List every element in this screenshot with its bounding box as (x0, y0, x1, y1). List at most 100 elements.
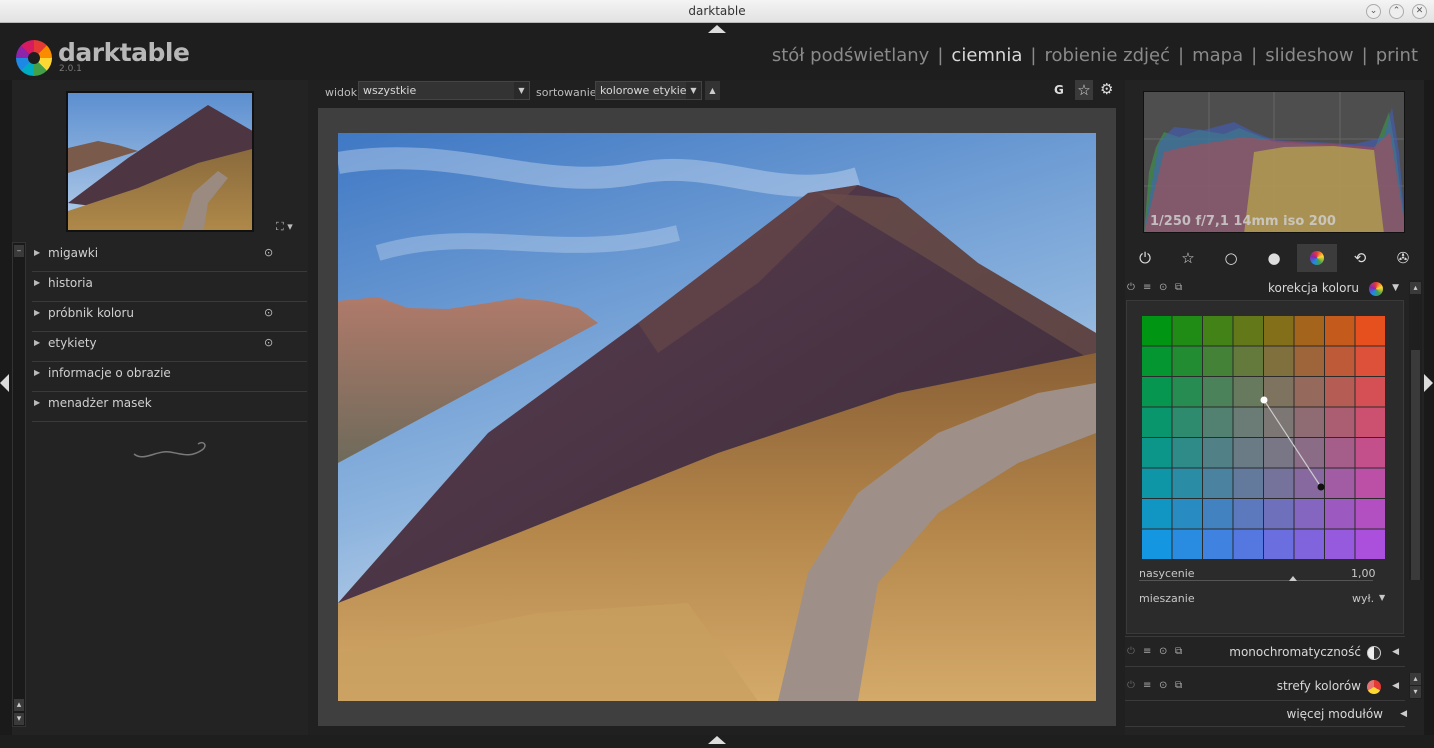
right-scrollbar[interactable]: ▴ (1409, 280, 1422, 580)
more-modules[interactable]: więcej modułów ◀ (1125, 702, 1409, 726)
bottom-panel-toggle-icon[interactable] (708, 736, 726, 744)
color-correction-grid[interactable] (1142, 316, 1386, 560)
navigation-thumbnail[interactable] (66, 91, 254, 232)
reset-icon[interactable]: ⊙ (1159, 674, 1167, 698)
power-icon[interactable]: ⏻ (1127, 674, 1135, 698)
grid-cell (1142, 438, 1172, 468)
module-name: monochromatyczność (1229, 645, 1361, 659)
power-icon[interactable]: ⏻ (1127, 276, 1135, 300)
grid-cell (1172, 468, 1202, 498)
reset-icon[interactable]: ⊙ (264, 302, 273, 324)
grid-cell (1264, 529, 1294, 559)
star-outline-icon[interactable]: ☆ (1168, 244, 1208, 272)
module-header-monochrome[interactable]: ⏻ ≡ ⊙ ⧉ monochromatyczność ◀ (1125, 640, 1409, 664)
grid-cell (1172, 407, 1202, 437)
grid-cell (1203, 438, 1233, 468)
view-lighttable[interactable]: stół podświetlany (772, 45, 929, 66)
view-tethering[interactable]: robienie zdjęć (1044, 45, 1170, 66)
highlights-handle[interactable] (1260, 396, 1268, 404)
view-filter-select[interactable]: wszystkie ▼ (358, 81, 530, 100)
power-icon[interactable]: ⏻ (1127, 640, 1135, 664)
module-label: migawki (48, 246, 99, 260)
view-map[interactable]: mapa (1192, 45, 1243, 66)
shadows-handle[interactable] (1317, 483, 1325, 491)
blend-value[interactable]: wył. (1352, 592, 1374, 605)
scroll-up-button[interactable]: ▴ (1410, 673, 1421, 685)
view-print[interactable]: print (1376, 45, 1418, 66)
divider (1125, 726, 1405, 727)
app-name: darktable (58, 38, 190, 67)
duplicate-icon[interactable]: ⧉ (1175, 276, 1182, 300)
module-snapshots[interactable]: ▶ migawki ⊙ (32, 242, 307, 272)
scrollbar-thumb[interactable] (1411, 350, 1420, 580)
scroll-down-button[interactable]: ▾ (14, 713, 24, 725)
grid-cell (1233, 316, 1263, 346)
chevron-down-icon[interactable]: ▼ (1379, 593, 1385, 602)
expand-icon[interactable]: ◀ (1392, 640, 1399, 664)
histogram[interactable]: 1/250 f/7,1 14mm iso 200 (1143, 91, 1405, 233)
module-header-color-correction[interactable]: ⏻ ≡ ⊙ ⧉ korekcja koloru ▼ (1125, 276, 1409, 300)
presets-icon[interactable]: ≡ (1143, 674, 1151, 698)
left-scrollbar[interactable]: – ▴ ▾ (12, 242, 26, 727)
saturation-label: nasycenie (1139, 567, 1195, 580)
duplicate-icon[interactable]: ⧉ (1175, 674, 1182, 698)
duplicate-icon[interactable]: ⧉ (1175, 640, 1182, 664)
reset-icon[interactable]: ⊙ (264, 242, 273, 264)
expand-icon: ▶ (34, 368, 41, 377)
maximize-icon[interactable]: ⌃ (1389, 4, 1404, 19)
grid-cell (1203, 499, 1233, 529)
reset-icon[interactable]: ⊙ (1159, 276, 1167, 300)
chevron-down-icon: ▼ (514, 82, 529, 99)
scroll-up-button[interactable]: ▴ (1410, 282, 1421, 294)
star-icon[interactable]: ☆ (1075, 80, 1093, 100)
saturation-slider-handle[interactable] (1289, 576, 1298, 581)
sphere-icon[interactable]: ● (1254, 244, 1294, 272)
scroll-up-icon[interactable]: – (14, 245, 24, 257)
scroll-up-button[interactable]: ▴ (14, 699, 24, 711)
module-color-picker[interactable]: ▶ próbnik koloru ⊙ (32, 302, 307, 332)
rotate-icon[interactable]: ⟲ (1340, 244, 1380, 272)
zoom-fit-icon[interactable]: ⛶ ▾ (276, 220, 293, 234)
minimize-icon[interactable]: ⌄ (1366, 4, 1381, 19)
module-mask-manager[interactable]: ▶ menadżer masek (32, 392, 307, 422)
sort-label: sortowanie (536, 86, 597, 99)
sort-select[interactable]: kolorowe etykiety ▼ (595, 81, 702, 100)
reset-icon[interactable]: ⊙ (264, 332, 273, 354)
grid-cell (1355, 407, 1385, 437)
module-tagging[interactable]: ▶ etykiety ⊙ (32, 332, 307, 362)
grid-cell (1172, 316, 1202, 346)
grouping-toggle[interactable]: G (1054, 83, 1064, 97)
close-icon[interactable]: ✕ (1412, 4, 1427, 19)
presets-icon[interactable]: ≡ (1143, 640, 1151, 664)
expand-icon[interactable]: ◀ (1392, 674, 1399, 698)
main-image[interactable] (338, 133, 1096, 701)
grid-cell (1233, 407, 1263, 437)
view-darkroom[interactable]: ciemnia (951, 45, 1022, 66)
grid-cell (1294, 468, 1324, 498)
grid-cell (1142, 407, 1172, 437)
reset-icon[interactable]: ⊙ (1159, 640, 1167, 664)
blend-label: mieszanie (1139, 592, 1195, 605)
view-slideshow[interactable]: slideshow (1265, 45, 1353, 66)
view-separator: | (1030, 45, 1037, 66)
scroll-down-button[interactable]: ▾ (1410, 686, 1421, 698)
right-panel-toggle-icon[interactable] (1424, 374, 1433, 392)
grid-cell (1172, 499, 1202, 529)
effects-icon[interactable]: ✇ (1383, 244, 1423, 272)
gear-icon[interactable]: ⚙ (1100, 80, 1113, 98)
view-separator: | (937, 45, 944, 66)
color-wheel-icon[interactable] (1297, 244, 1337, 272)
top-panel-toggle-icon[interactable] (708, 25, 726, 33)
module-header-color-zones[interactable]: ⏻ ≡ ⊙ ⧉ strefy kolorów ◀ (1125, 674, 1409, 698)
sort-direction-icon[interactable]: ▲ (705, 81, 720, 100)
grid-cell (1233, 377, 1263, 407)
power-icon[interactable]: ⏻ (1125, 244, 1165, 272)
module-history[interactable]: ▶ historia (32, 272, 307, 302)
collapse-icon[interactable]: ▼ (1392, 276, 1399, 300)
saturation-slider[interactable] (1139, 580, 1373, 581)
expand-icon[interactable]: ◀ (1400, 702, 1407, 726)
circle-icon[interactable]: ○ (1211, 244, 1251, 272)
presets-icon[interactable]: ≡ (1143, 276, 1151, 300)
module-image-information[interactable]: ▶ informacje o obrazie (32, 362, 307, 392)
left-panel-toggle-icon[interactable] (0, 374, 9, 392)
